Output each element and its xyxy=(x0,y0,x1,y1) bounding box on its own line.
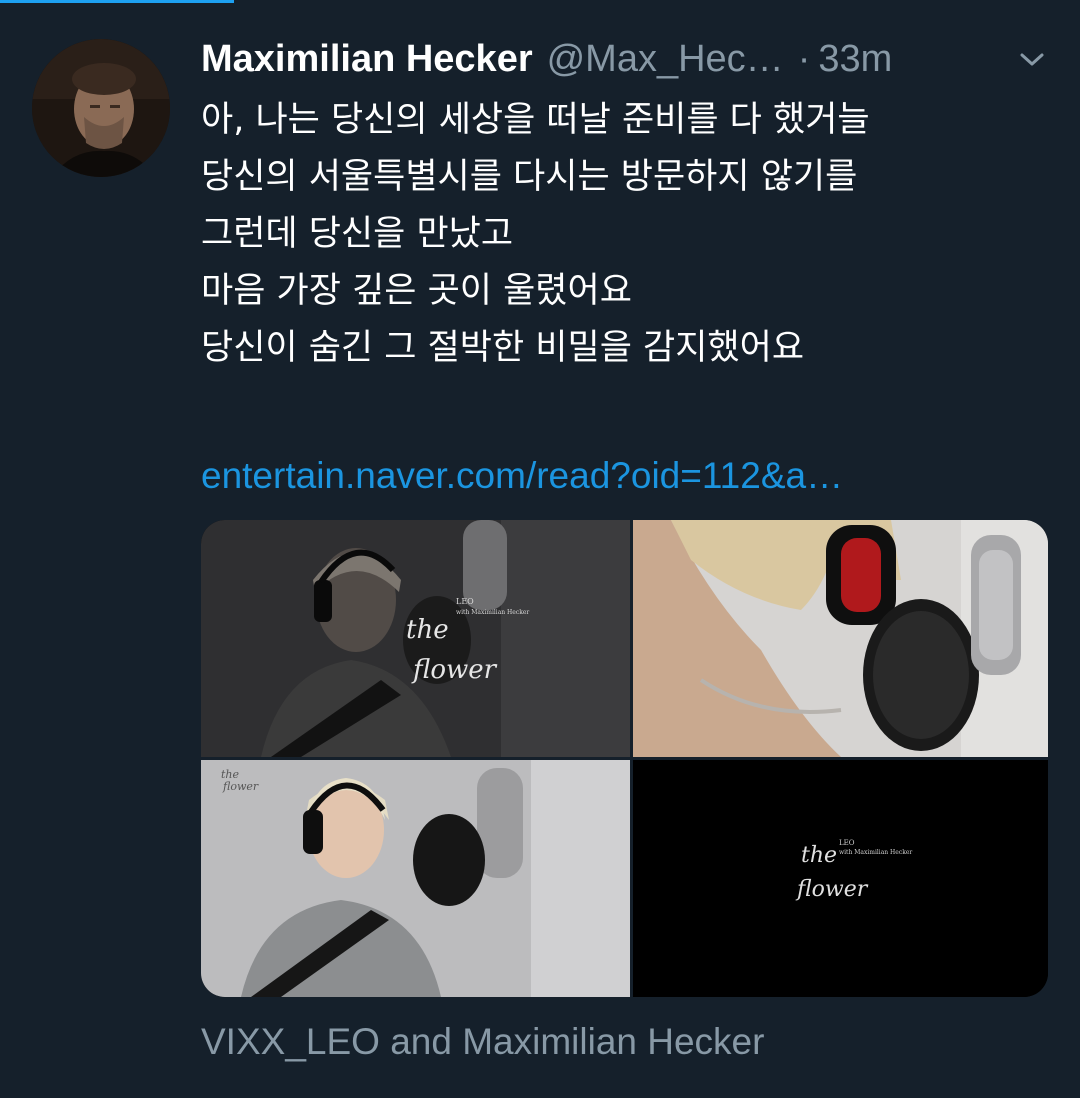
avatar[interactable] xyxy=(32,39,170,177)
media-tile-bottom-right: LEO with Maximilian Hecker the flower xyxy=(633,760,1048,997)
card-credit: LEO xyxy=(839,839,855,847)
media-tile-top-left: LEO with Maximilian Hecker the flower xyxy=(201,520,630,757)
card-credit: LEO xyxy=(456,597,474,606)
author-name[interactable]: Maximilian Hecker xyxy=(201,38,533,81)
card-credit-sub: with Maximilian Hecker xyxy=(456,609,529,616)
card-credit-sub: with Maximilian Hecker xyxy=(839,849,912,856)
media-tile-top-right xyxy=(633,520,1048,757)
tweet-text-line: 그런데 당신을 만났고 xyxy=(201,214,514,254)
card-title-line-1: the xyxy=(801,843,837,868)
media-card[interactable]: LEO with Maximilian Hecker the flower th… xyxy=(201,520,1048,997)
tweet-link[interactable]: entertain.naver.com/read?oid=112&a… xyxy=(201,451,843,501)
card-title-line-2: flower xyxy=(222,780,259,793)
card-title-line-2: flower xyxy=(411,655,498,685)
tweet-text: 아, 나는 당신의 세상을 떠날 준비를 다 했거늘 당신의 서울특별시를 다시… xyxy=(201,92,1061,377)
author-handle[interactable]: @Max_Hec… xyxy=(547,38,784,81)
tweet-text-line: 아, 나는 당신의 세상을 떠날 준비를 다 했거늘 xyxy=(201,100,870,140)
tweet-text-line: 당신의 서울특별시를 다시는 방문하지 않기를 xyxy=(201,157,858,197)
separator-dot: · xyxy=(797,37,811,80)
tweet-timestamp[interactable]: 33m xyxy=(818,38,892,81)
card-title-line-1: the xyxy=(406,615,449,645)
tweet-text-line: 마음 가장 깊은 곳이 울렸어요 xyxy=(201,271,632,311)
avatar-photo xyxy=(32,39,170,177)
card-title-line-2: flower xyxy=(795,877,869,902)
media-caption[interactable]: VIXX_LEO and Maximilian Hecker xyxy=(201,1018,764,1066)
tweet-text-line: 당신이 숨긴 그 절박한 비밀을 감지했어요 xyxy=(201,328,805,368)
tweet-header: Maximilian Hecker @Max_Hec… · 33m xyxy=(201,36,1050,82)
chevron-down-icon[interactable] xyxy=(1014,42,1050,78)
media-tile-bottom-left: the flower xyxy=(201,760,630,997)
loading-progress-bar xyxy=(0,0,234,3)
